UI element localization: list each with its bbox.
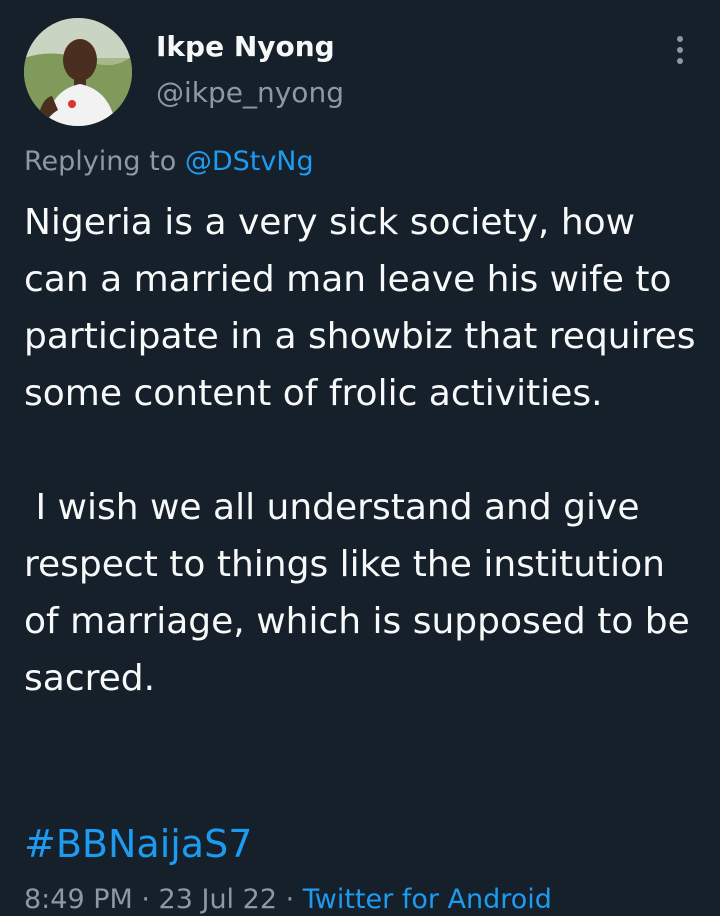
more-dot bbox=[677, 36, 683, 42]
more-dot bbox=[677, 47, 683, 53]
tweet-metadata: 8:49 PM · 23 Jul 22 · Twitter for Androi… bbox=[24, 884, 552, 915]
meta-separator: · bbox=[277, 884, 303, 915]
author-handle[interactable]: @ikpe_nyong bbox=[156, 76, 344, 109]
more-dot bbox=[677, 58, 683, 64]
more-options-icon[interactable] bbox=[662, 30, 698, 70]
meta-separator: · bbox=[132, 884, 159, 915]
tweet-paragraph: Nigeria is a very sick society, how can … bbox=[24, 202, 707, 414]
reply-prefix: Replying to bbox=[24, 146, 185, 177]
reply-mention-link[interactable]: @DStvNg bbox=[185, 146, 314, 177]
tweet-paragraph: I wish we all understand and give respec… bbox=[24, 487, 702, 699]
hashtag-link[interactable]: #BBNaijaS7 bbox=[24, 822, 252, 866]
author-display-name[interactable]: Ikpe Nyong bbox=[156, 30, 335, 63]
tweet-text: Nigeria is a very sick society, how can … bbox=[24, 194, 704, 707]
author-avatar[interactable] bbox=[24, 18, 132, 126]
tweet-date[interactable]: 23 Jul 22 bbox=[159, 884, 277, 915]
tweet-source-link[interactable]: Twitter for Android bbox=[303, 884, 552, 915]
tweet-time[interactable]: 8:49 PM bbox=[24, 884, 133, 915]
profile-photo bbox=[24, 18, 132, 126]
reply-context: Replying to @DStvNg bbox=[24, 146, 314, 177]
